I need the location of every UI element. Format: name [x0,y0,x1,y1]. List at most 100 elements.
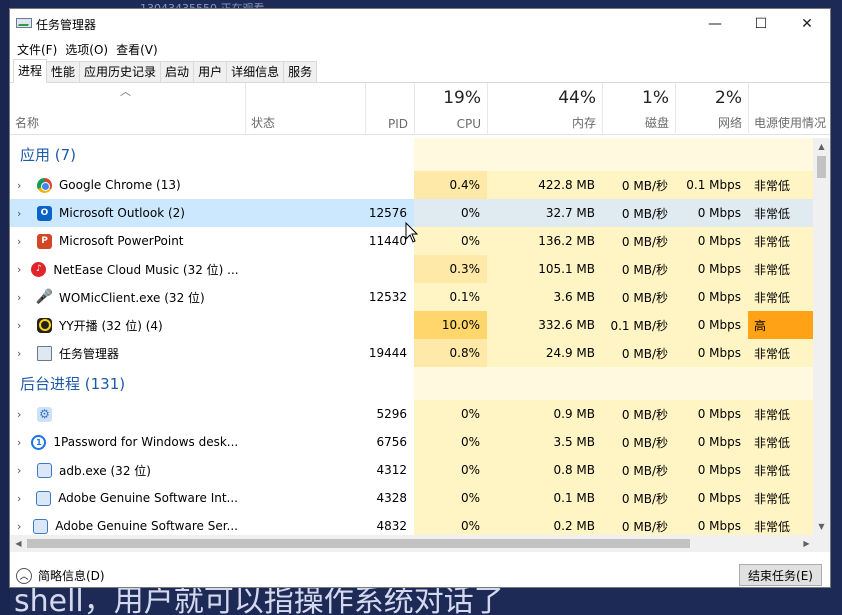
chevron-right-icon[interactable]: › [17,464,27,477]
process-name-cell: › ♪ NetEase Cloud Music (32 位) ... [10,255,245,283]
column-disk[interactable]: 1% 磁盘 [602,83,675,135]
process-name: adb.exe (32 位) [59,463,151,478]
group-header-background[interactable]: 后台进程 (131) [10,367,815,400]
tab-app-history[interactable]: 应用历史记录 [79,61,162,82]
footer-bar: ︿ 简略信息(D) 结束任务(E) [10,562,830,589]
maximize-button[interactable]: ☐ [738,9,784,39]
process-pid [365,171,414,199]
process-memory: 32.7 MB [487,199,602,227]
process-pid [365,311,414,339]
chevron-right-icon[interactable]: › [17,235,27,248]
yy-icon [37,317,52,333]
menu-file[interactable]: 文件(F) [13,41,61,58]
vertical-scroll-thumb[interactable] [817,156,826,178]
process-name: WOMicClient.exe (32 位) [59,290,205,305]
chevron-right-icon[interactable]: › [17,408,27,421]
tab-processes[interactable]: 进程 [13,59,48,83]
tab-performance[interactable]: 性能 [46,61,81,82]
process-power: 非常低 [748,428,815,456]
process-cpu: 0.1% [414,283,487,311]
process-memory: 0.9 MB [487,400,602,428]
scroll-up-icon[interactable]: ▲ [813,138,830,155]
tab-details[interactable]: 详细信息 [226,61,285,82]
process-row[interactable]: › adb.exe (32 位) 4312 0% 0.8 MB 0 MB/秒 0 Mbps 非… [10,456,815,484]
process-network: 0 Mbps [675,227,748,255]
fewer-details-button[interactable]: ︿ 简略信息(D) [16,567,105,584]
chevron-right-icon[interactable]: › [17,263,21,276]
chevron-right-icon[interactable]: › [17,319,27,332]
process-network: 0.1 Mbps [675,171,748,199]
title-bar[interactable]: 任务管理器 — ☐ ✕ [10,9,830,39]
close-button[interactable]: ✕ [784,9,830,39]
tab-startup[interactable]: 启动 [160,61,195,82]
process-power: 高 [748,311,815,339]
process-memory: 3.6 MB [487,283,602,311]
horizontal-scroll-thumb[interactable] [27,539,690,548]
column-network[interactable]: 2% 网络 [675,83,748,135]
end-task-button[interactable]: 结束任务(E) [739,564,822,586]
process-row[interactable]: › 1 1Password for Windows desk... 6756 0% 3.5… [10,428,815,456]
scroll-down-icon[interactable]: ▼ [813,518,830,535]
chevron-right-icon[interactable]: › [17,436,21,449]
chrome-icon [37,177,52,193]
process-row[interactable]: › ⚙ 5296 0% 0.9 MB 0 MB/秒 0 Mbps 非常低 [10,400,815,428]
chevron-right-icon[interactable]: › [17,520,23,533]
process-row[interactable]: › Adobe Genuine Software Ser... 4832 0% 0.2 … [10,512,815,535]
process-name: 1Password for Windows desk... [53,435,239,449]
tab-services[interactable]: 服务 [283,61,318,82]
menu-options[interactable]: 选项(O) [61,41,112,58]
maximize-icon: ☐ [754,16,768,32]
column-pid[interactable]: PID [365,83,414,135]
process-row[interactable]: › YY开播 (32 位) (4) 10.0% 332.6 MB 0.1 MB/秒 0 M… [10,311,815,339]
horizontal-scrollbar[interactable]: ◀ ▶ [10,535,815,552]
process-cpu: 10.0% [414,311,487,339]
heat-cell [414,367,487,400]
process-network: 0 Mbps [675,283,748,311]
column-power[interactable]: 电源使用情况 [748,83,832,135]
column-name[interactable]: ︿ 名称 [10,83,245,135]
column-memory[interactable]: 44% 内存 [487,83,602,135]
task-manager-icon [16,17,32,31]
chevron-right-icon[interactable]: › [17,207,27,220]
process-pid: 4328 [376,491,407,505]
process-row[interactable]: › Adobe Genuine Software Int... 4328 0% 0.1 … [10,484,815,512]
chevron-right-icon[interactable]: › [17,179,27,192]
menu-view[interactable]: 查看(V) [112,41,162,58]
vertical-scrollbar[interactable]: ▲ ▼ [813,138,830,535]
process-row[interactable]: › Google Chrome (13) 0.4% 422.8 MB 0 MB/秒 0.1… [10,171,815,199]
process-pid [365,255,414,283]
column-cpu[interactable]: 19% CPU [414,83,487,135]
scroll-left-icon[interactable]: ◀ [10,535,27,552]
process-name-cell: › Adobe Genuine Software Int... [10,484,245,512]
heat-cell [602,138,675,171]
chevron-right-icon[interactable]: › [17,492,26,505]
group-header-apps[interactable]: 应用 (7) [10,138,815,171]
process-memory: 422.8 MB [487,171,602,199]
process-memory: 24.9 MB [487,339,602,367]
process-cpu: 0.4% [414,171,487,199]
process-name-cell: › 1 1Password for Windows desk... [10,428,245,456]
process-disk: 0 MB/秒 [602,484,675,512]
column-status[interactable]: 状态 [245,83,365,135]
process-power: 非常低 [748,255,815,283]
minimize-button[interactable]: — [692,9,738,39]
sort-ascending-icon: ︿ [120,85,131,98]
process-network: 0 Mbps [675,484,748,512]
process-disk: 0 MB/秒 [602,456,675,484]
chevron-right-icon[interactable]: › [17,347,27,360]
process-row[interactable]: › 任务管理器 19444 0.8% 24.9 MB 0 MB/秒 0 Mbps 非常低 [10,339,815,367]
chevron-right-icon[interactable]: › [17,291,27,304]
process-row[interactable]: › 🎤 WOMicClient.exe (32 位) 12532 0.1% 3.6 MB 0… [10,283,815,311]
tab-users[interactable]: 用户 [193,61,228,82]
close-icon: ✕ [801,16,813,32]
process-cpu: 0% [414,428,487,456]
process-power: 非常低 [748,400,815,428]
onepassword-icon: 1 [31,434,47,450]
app-window-icon [33,518,49,534]
process-name: 任务管理器 [59,346,120,361]
process-memory: 0.2 MB [487,512,602,535]
process-name-cell: › YY开播 (32 位) (4) [10,311,245,339]
process-row[interactable]: › ♪ NetEase Cloud Music (32 位) ... 0.3% 105.… [10,255,815,283]
process-power: 非常低 [748,339,815,367]
process-cpu: 0% [414,512,487,535]
